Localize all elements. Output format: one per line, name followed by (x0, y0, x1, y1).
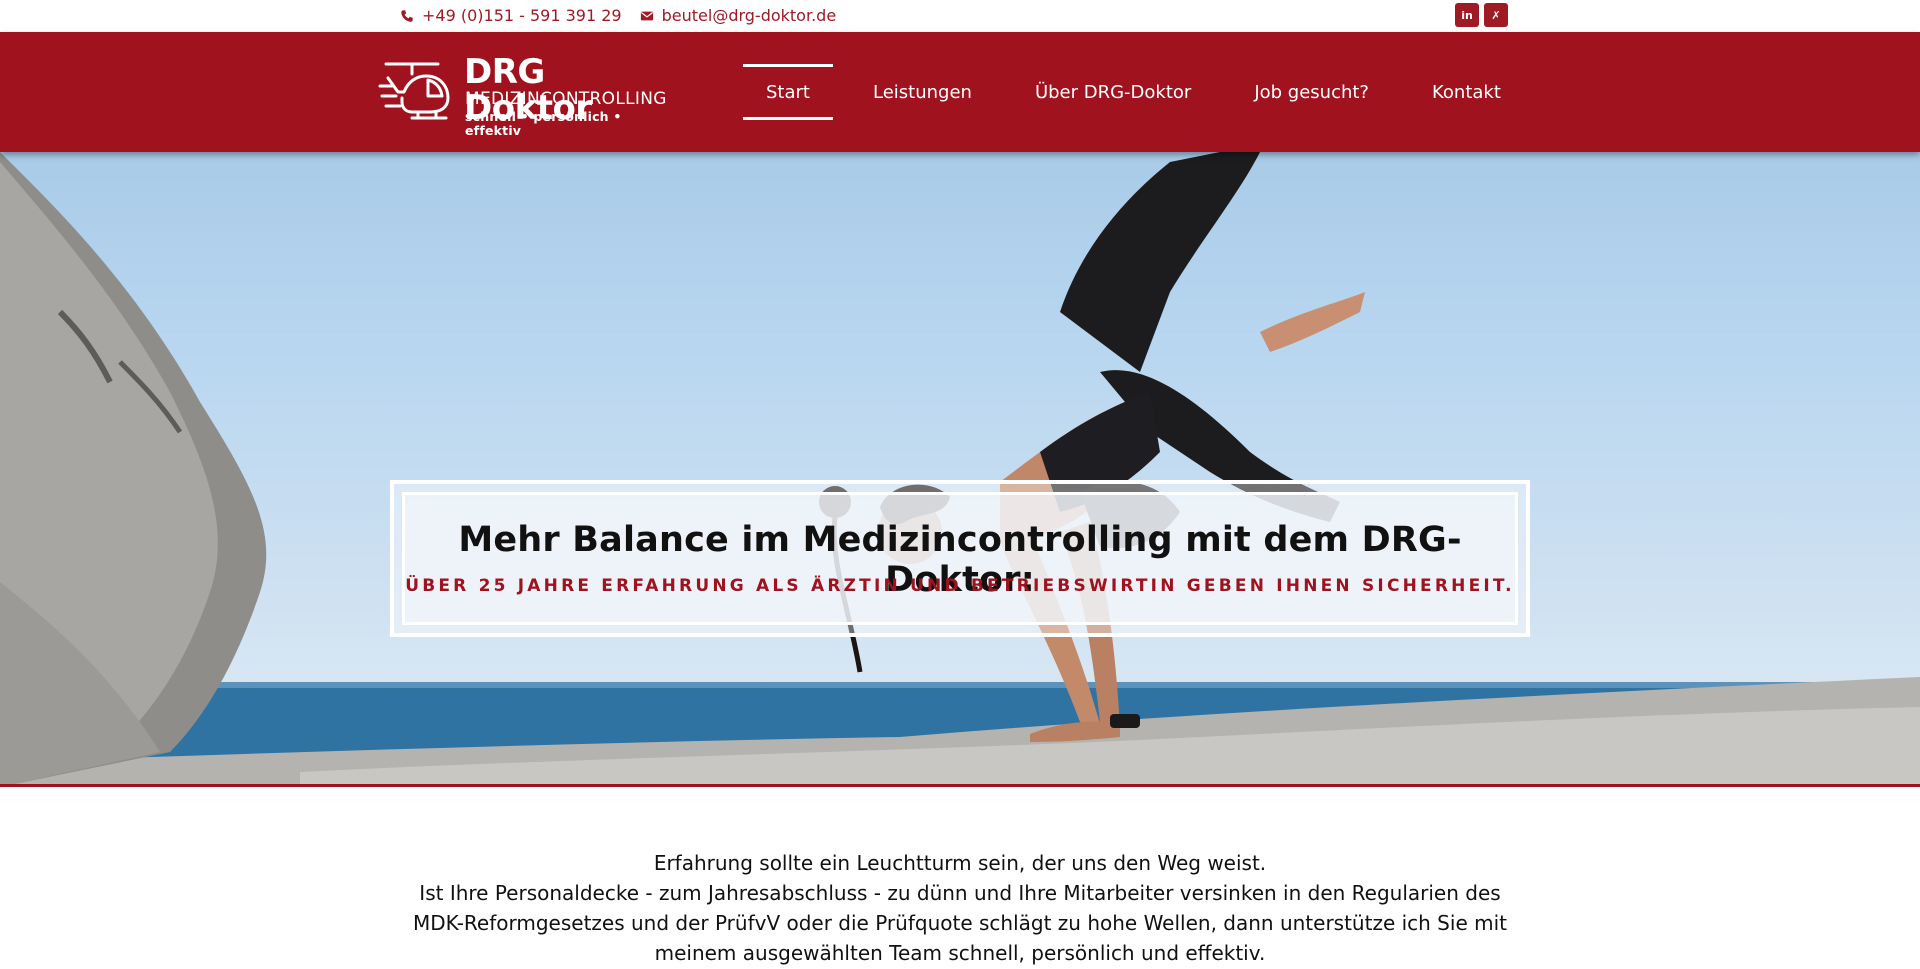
phone-icon (401, 9, 413, 22)
nav-item-ueber-drg-doktor[interactable]: Über DRG-Doktor (1012, 64, 1214, 120)
intro-text: Erfahrung sollte ein Leuchtturm sein, de… (400, 848, 1520, 968)
site-logo[interactable]: DRG Doktor MEDIZINCONTROLLING schnell • … (378, 54, 666, 138)
contact-info: +49 (0)151 - 591 391 29 beutel@drg-dokto… (400, 6, 854, 25)
email-link[interactable]: beutel@drg-doktor.de (640, 6, 837, 25)
hero-bottom-border (0, 784, 1920, 787)
envelope-icon (640, 11, 653, 20)
linkedin-icon[interactable]: in (1455, 3, 1479, 27)
hero-banner: Mehr Balance im Medizincontrolling mit d… (390, 480, 1530, 637)
hero-subtitle: ÜBER 25 JAHRE ERFAHRUNG ALS ÄRZTIN UND B… (405, 576, 1515, 596)
helicopter-icon (378, 62, 450, 120)
logo-tagline: schnell • persönlich • effektiv (465, 109, 622, 138)
social-links: in ✗ (1450, 3, 1508, 27)
site-header: DRG Doktor MEDIZINCONTROLLING schnell • … (0, 32, 1920, 152)
hero-section: Mehr Balance im Medizincontrolling mit d… (0, 152, 1920, 787)
intro-line-1: Erfahrung sollte ein Leuchtturm sein, de… (653, 851, 1267, 875)
top-contact-bar: +49 (0)151 - 591 391 29 beutel@drg-dokto… (0, 0, 1920, 32)
nav-item-kontakt[interactable]: Kontakt (1409, 64, 1524, 120)
intro-line-2: Ist Ihre Personaldecke - zum Jahresabsch… (413, 881, 1507, 965)
nav-item-leistungen[interactable]: Leistungen (850, 64, 995, 120)
phone-link[interactable]: +49 (0)151 - 591 391 29 (400, 6, 622, 25)
logo-subtitle: MEDIZINCONTROLLING (465, 89, 667, 109)
nav-item-start[interactable]: Start (743, 64, 833, 120)
xing-icon[interactable]: ✗ (1484, 3, 1508, 27)
email-address: beutel@drg-doktor.de (661, 6, 837, 25)
phone-number: +49 (0)151 - 591 391 29 (422, 6, 622, 25)
main-navigation: Start Leistungen Über DRG-Doktor Job ges… (743, 32, 1541, 152)
hero-image (0, 152, 1920, 787)
nav-item-job-gesucht[interactable]: Job gesucht? (1231, 64, 1392, 120)
